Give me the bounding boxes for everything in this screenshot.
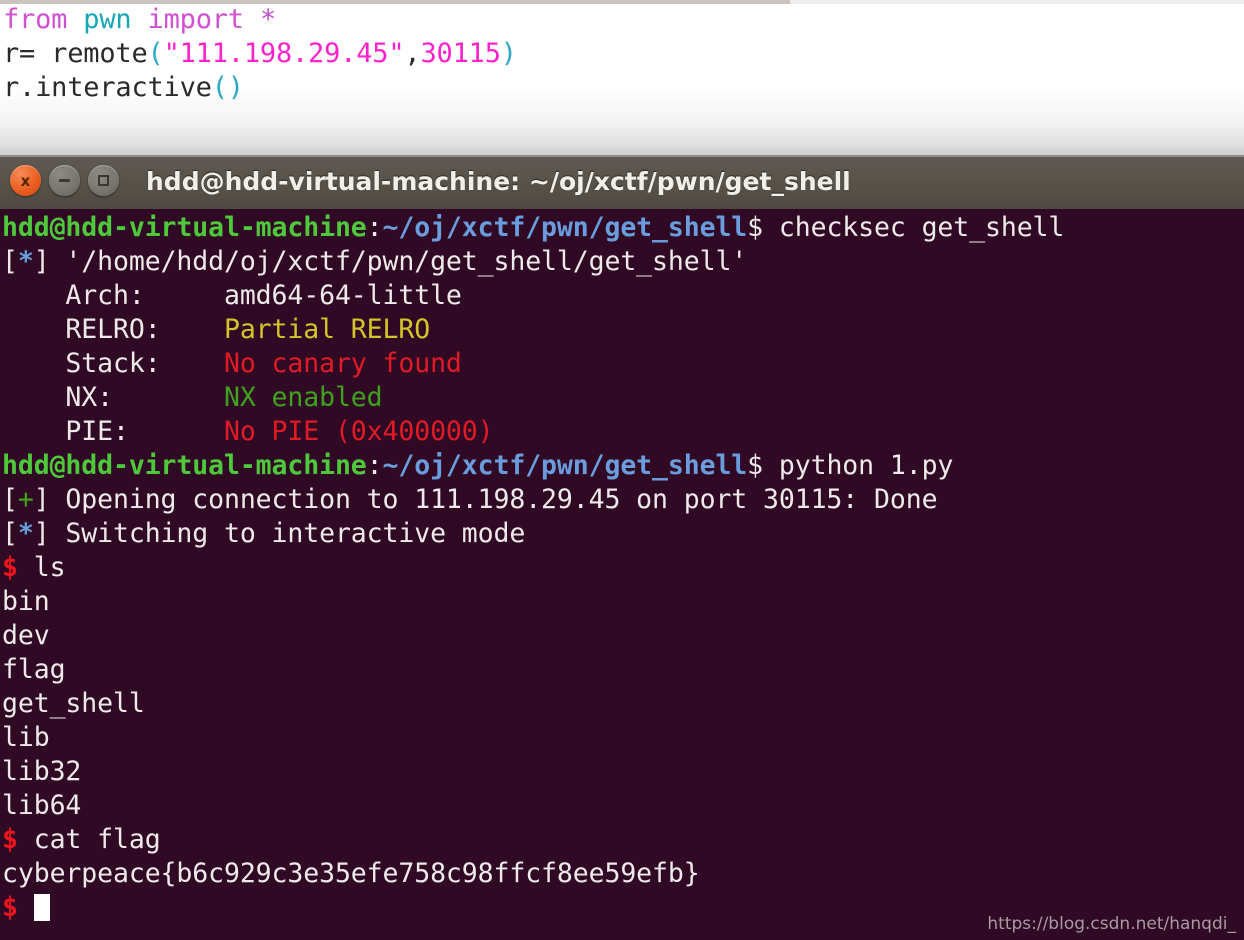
code-token: r.interactive <box>3 72 212 103</box>
terminal-line-checksec-nx: NX: NX enabled <box>2 381 1242 415</box>
window-title: hdd@hdd-virtual-machine: ~/oj/xctf/pwn/g… <box>146 167 851 196</box>
terminal-segment: ] Switching to interactive mode <box>33 518 526 549</box>
terminal-segment: lib <box>2 722 50 753</box>
terminal-segment: [ <box>2 518 18 549</box>
terminal-segment: lib64 <box>2 790 82 821</box>
terminal-segment: No canary found <box>223 348 462 379</box>
code-line-2: r= remote("111.198.29.45",30115) <box>3 37 517 71</box>
terminal-line-ls-lib: lib <box>2 721 1242 755</box>
terminal-line-prompt-checksec: hdd@hdd-virtual-machine:~/oj/xctf/pwn/ge… <box>2 211 1242 245</box>
code-token: from <box>3 4 68 35</box>
close-glyph: x <box>20 171 31 190</box>
terminal-segment: flag <box>2 654 66 685</box>
terminal-line-ls-bin: bin <box>2 585 1242 619</box>
terminal-segment: ls <box>17 552 66 583</box>
terminal-line-ls-lib64: lib64 <box>2 789 1242 823</box>
code-token: ( <box>147 38 164 69</box>
terminal-segment: NX enabled <box>223 382 383 413</box>
code-token: pwn <box>83 4 132 35</box>
terminal-line-pwn-switching: [*] Switching to interactive mode <box>2 517 1242 551</box>
terminal-segment: PIE: <box>2 416 224 447</box>
terminal-segment: ] Opening connection to 111.198.29.45 on… <box>33 484 938 515</box>
terminal-segment: $ python 1.py <box>747 450 954 481</box>
terminal-output-area[interactable]: hdd@hdd-virtual-machine:~/oj/xctf/pwn/ge… <box>0 209 1244 940</box>
code-token: ) <box>500 38 517 69</box>
terminal-segment: ~/oj/xctf/pwn/get_shell <box>382 212 748 243</box>
terminal-line-prompt-python: hdd@hdd-virtual-machine:~/oj/xctf/pwn/ge… <box>2 449 1242 483</box>
terminal-line-remote-cmd-ls: $ ls <box>2 551 1242 585</box>
terminal-segment: bin <box>2 586 50 617</box>
terminal-cursor <box>33 894 50 921</box>
minimize-glyph <box>59 179 70 182</box>
python-code-editor-pane: from pwn import * r= remote("111.198.29.… <box>0 0 1244 155</box>
code-token: "111.198.29.45" <box>163 38 405 69</box>
terminal-segment: ] '/home/hdd/oj/xctf/pwn/get_shell/get_s… <box>33 246 748 277</box>
terminal-segment: $ <box>2 892 18 923</box>
terminal-line-checksec-stack: Stack: No canary found <box>2 347 1242 381</box>
terminal-line-checksec-path: [*] '/home/hdd/oj/xctf/pwn/get_shell/get… <box>2 245 1242 279</box>
terminal-segment <box>18 892 34 923</box>
terminal-segment: [ <box>2 246 18 277</box>
terminal-lines: hdd@hdd-virtual-machine:~/oj/xctf/pwn/ge… <box>2 211 1242 925</box>
code-line-1: from pwn import * <box>3 3 276 37</box>
terminal-segment: Stack: <box>2 348 224 379</box>
terminal-segment: * <box>17 518 34 549</box>
maximize-icon[interactable] <box>88 165 119 196</box>
terminal-segment: : <box>366 212 383 243</box>
code-token: r= remote <box>3 38 148 69</box>
terminal-segment: lib32 <box>2 756 82 787</box>
terminal-segment: : <box>366 450 383 481</box>
terminal-segment: ~/oj/xctf/pwn/get_shell <box>382 450 748 481</box>
terminal-line-flag-output: cyberpeace{b6c929c3e35efe758c98ffcf8ee59… <box>2 857 1242 891</box>
terminal-line-ls-get-shell: get_shell <box>2 687 1242 721</box>
minimize-icon[interactable] <box>49 165 80 196</box>
terminal-segment: $ <box>2 552 18 583</box>
code-token: () <box>211 72 244 103</box>
csdn-watermark: https://blog.csdn.net/hanqdi_ <box>987 914 1236 934</box>
terminal-segment: hdd@hdd-virtual-machine <box>2 450 367 481</box>
terminal-line-pwn-opening: [+] Opening connection to 111.198.29.45 … <box>2 483 1242 517</box>
terminal-segment: hdd@hdd-virtual-machine <box>2 212 367 243</box>
code-token: import <box>147 4 245 35</box>
terminal-line-ls-dev: dev <box>2 619 1242 653</box>
terminal-line-checksec-pie: PIE: No PIE (0x400000) <box>2 415 1242 449</box>
terminal-segment: amd64-64-little <box>223 280 462 311</box>
terminal-segment: RELRO: <box>2 314 224 345</box>
terminal-segment: Arch: <box>2 280 224 311</box>
terminal-segment: $ <box>2 824 18 855</box>
terminal-segment: * <box>17 246 34 277</box>
terminal-line-checksec-relro: RELRO: Partial RELRO <box>2 313 1242 347</box>
terminal-line-ls-lib32: lib32 <box>2 755 1242 789</box>
code-token: 30115 <box>420 38 501 69</box>
terminal-segment: cyberpeace{b6c929c3e35efe758c98ffcf8ee59… <box>2 858 700 889</box>
terminal-segment: [ <box>2 484 18 515</box>
code-token: , <box>404 38 421 69</box>
terminal-segment: Partial RELRO <box>223 314 431 345</box>
terminal-segment: get_shell <box>2 688 145 719</box>
window-controls: x <box>10 165 119 196</box>
code-token: * <box>259 4 276 35</box>
terminal-segment: cat flag <box>17 824 161 855</box>
code-line-3: r.interactive() <box>3 71 244 105</box>
terminal-line-checksec-arch: Arch: amd64-64-little <box>2 279 1242 313</box>
terminal-segment: NX: <box>2 382 224 413</box>
terminal-window: x hdd@hdd-virtual-machine: ~/oj/xctf/pwn… <box>0 155 1244 940</box>
terminal-line-ls-flag: flag <box>2 653 1242 687</box>
terminal-segment: No PIE (0x400000) <box>223 416 494 447</box>
maximize-glyph <box>98 175 109 186</box>
terminal-segment: $ checksec get_shell <box>747 212 1065 243</box>
close-icon[interactable]: x <box>10 165 41 196</box>
terminal-title-bar[interactable]: x hdd@hdd-virtual-machine: ~/oj/xctf/pwn… <box>0 155 1244 209</box>
terminal-line-remote-cmd-cat: $ cat flag <box>2 823 1242 857</box>
terminal-segment: + <box>17 484 34 515</box>
terminal-segment: dev <box>2 620 50 651</box>
